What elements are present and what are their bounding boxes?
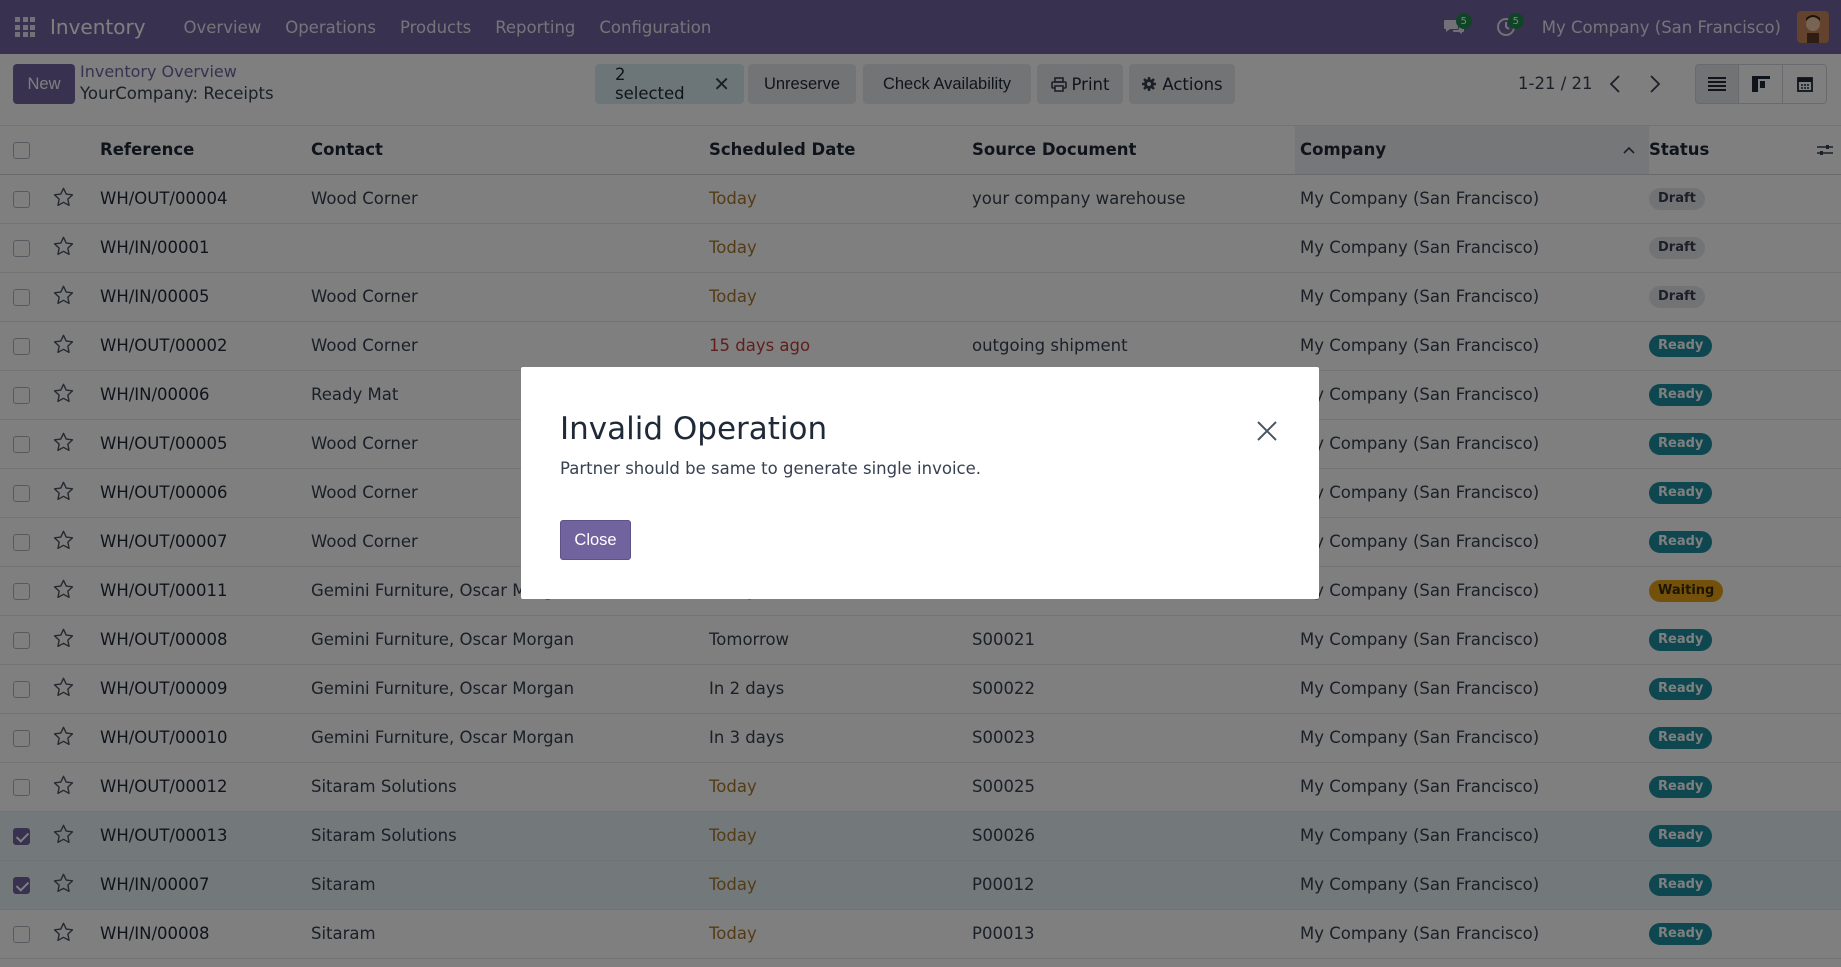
dialog-title: Invalid Operation: [560, 411, 828, 447]
dialog-close-icon[interactable]: [1255, 419, 1279, 443]
dialog-close-button[interactable]: Close: [560, 520, 631, 560]
invalid-operation-dialog: Invalid Operation Partner should be same…: [521, 367, 1319, 599]
dialog-message: Partner should be same to generate singl…: [560, 459, 982, 478]
